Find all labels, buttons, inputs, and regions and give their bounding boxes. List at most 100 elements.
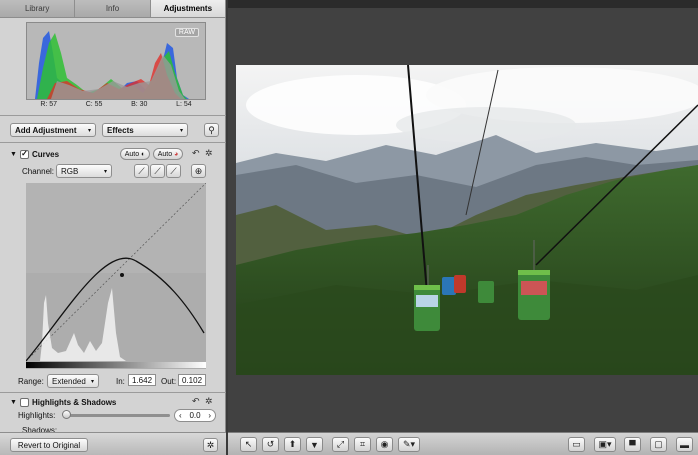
gray-point-eyedropper[interactable]: ⟋ — [150, 164, 165, 178]
viewer-toolbar: ↖ ↺ ⬆ ▼ ⤢ ⌗ ◉ ✎▾ ▭ ▣▾ ▀ ▢ ▬ — [228, 432, 698, 455]
add-adjustment-label: Add Adjustment — [15, 125, 77, 135]
tab-adjustments[interactable]: Adjustments — [150, 0, 226, 17]
white-point-eyedropper[interactable]: ⟋ — [166, 164, 181, 178]
readout-l: L: 54 — [176, 101, 192, 108]
tab-info[interactable]: Info — [75, 0, 151, 17]
tone-gradient — [26, 362, 206, 368]
tab-library[interactable]: Library — [0, 0, 76, 17]
highlights-shadows-header[interactable]: ▼ Highlights & Shadows — [10, 395, 116, 409]
brush-button[interactable]: ✎▾ — [398, 437, 420, 452]
lift-icon: ⬆ — [288, 439, 297, 449]
select-arrow-icon: ↖ — [244, 439, 253, 449]
effects-label: Effects — [107, 125, 134, 135]
black-point-eyedropper[interactable]: ⟋ — [134, 164, 149, 178]
highlights-slider-knob[interactable] — [62, 410, 71, 419]
fullscreen-button[interactable]: ▬ — [676, 437, 693, 452]
stamp-button[interactable]: ▼ — [306, 437, 323, 452]
gear-icon[interactable]: ✲ — [205, 396, 213, 407]
auto-rgb-label: Auto — [124, 150, 140, 158]
straighten-button[interactable]: ⤢ — [332, 437, 349, 452]
inspector-action-button[interactable]: ✲ — [203, 438, 218, 452]
straighten-icon: ⤢ — [336, 439, 345, 449]
auto-separate-label: Auto — [157, 150, 173, 158]
gear-icon[interactable]: ✲ — [205, 148, 213, 159]
highlights-value-stepper[interactable]: ‹ 0.0 › — [174, 409, 216, 422]
channel-value: RGB — [61, 166, 79, 176]
reset-icon[interactable]: ↶ — [192, 396, 200, 407]
channel-popup[interactable]: RGB ▾ — [56, 164, 112, 178]
channel-label: Channel: — [22, 167, 55, 176]
slideshow-icon: ▢ — [654, 439, 663, 449]
divider — [0, 392, 226, 393]
highlights-shadows-title: Highlights & Shadows — [31, 397, 117, 407]
stamp-icon: ▼ — [310, 439, 319, 450]
rotate-icon: ↺ — [266, 439, 275, 449]
disclosure-triangle-icon[interactable]: ▼ — [10, 399, 17, 406]
readout-r: R: 57 — [40, 101, 58, 108]
out-label: Out: — [161, 377, 177, 386]
inspector-bottom-bar: Revert to Original ✲ — [0, 432, 226, 455]
curves-graph[interactable] — [25, 182, 207, 369]
effects-popup[interactable]: Effects ▾ — [102, 123, 188, 137]
in-label: In: — [116, 377, 125, 386]
range-popup[interactable]: Extended ▾ — [47, 374, 99, 388]
highlights-shadows-enable-checkbox[interactable] — [19, 397, 29, 407]
slideshow-button[interactable]: ▢ — [650, 437, 667, 452]
inspector-tabs: Library Info Adjustments — [0, 0, 226, 18]
disclosure-triangle-icon[interactable]: ▼ — [10, 151, 17, 158]
revert-to-original-button[interactable]: Revert to Original — [10, 438, 88, 452]
eyedropper-black-icon: ⟋ — [138, 165, 145, 176]
add-point-button[interactable]: ⊕ — [191, 164, 206, 178]
eyedropper-gray-icon: ⟋ — [154, 165, 161, 176]
popup-arrow-icon: ▾ — [103, 168, 107, 175]
divider — [0, 115, 226, 116]
curves-enable-checkbox[interactable]: ✓ — [19, 149, 29, 159]
brush-icon: ✎▾ — [402, 439, 416, 449]
loupe-icon: ▣▾ — [598, 439, 612, 449]
histogram: RAW — [26, 22, 206, 100]
add-adjustment-popup[interactable]: Add Adjustment ▾ — [10, 123, 96, 137]
adjustment-action-button[interactable]: ⚲ — [204, 123, 219, 137]
photo-canvas[interactable] — [236, 65, 698, 375]
popup-arrow-icon: ▾ — [90, 378, 94, 385]
out-value-field[interactable]: 0.102 — [178, 374, 206, 386]
fullscreen-icon: ▬ — [680, 439, 689, 450]
divider — [0, 142, 226, 143]
loupe-button[interactable]: ▣▾ — [594, 437, 616, 452]
increment-icon[interactable]: › — [208, 411, 211, 420]
readout-b: B: 30 — [131, 101, 148, 108]
in-value-field[interactable]: 1.642 — [128, 374, 156, 386]
raw-badge: RAW — [174, 28, 199, 37]
histogram-readouts: R: 57 C: 55 B: 30 L: 54 — [26, 101, 206, 110]
select-arrow-button[interactable]: ↖ — [240, 437, 257, 452]
popup-arrow-icon: ▾ — [179, 127, 183, 134]
curves-auto-separate-button[interactable]: Auto ◕ — [153, 148, 183, 160]
viewer-top-strip — [228, 0, 698, 8]
crop-button[interactable]: ⌗ — [354, 437, 371, 452]
curves-auto-rgb-button[interactable]: Auto ◐ — [120, 148, 150, 160]
reset-icon[interactable]: ↶ — [192, 148, 200, 159]
red-eye-button[interactable]: ◉ — [376, 437, 393, 452]
curves-title: Curves — [31, 149, 60, 159]
highlights-slider-track[interactable] — [66, 414, 170, 417]
lift-button[interactable]: ⬆ — [284, 437, 301, 452]
cable-car-photo — [236, 65, 698, 375]
compare-icon: ▀ — [629, 439, 636, 450]
readout-c: C: 55 — [85, 101, 103, 108]
rotate-button[interactable]: ↺ — [262, 437, 279, 452]
view-mode-icon: ▭ — [572, 439, 581, 449]
popup-arrow-icon: ▾ — [87, 127, 91, 134]
curves-header[interactable]: ▼ ✓ Curves — [10, 147, 59, 161]
image-viewer: ↖ ↺ ⬆ ▼ ⤢ ⌗ ◉ ✎▾ ▭ ▣▾ ▀ ▢ ▬ — [228, 0, 698, 455]
color-wheel-icon: ◕ — [174, 150, 179, 158]
view-mode-button[interactable]: ▭ — [568, 437, 585, 452]
crop-icon: ⌗ — [359, 439, 366, 449]
crosshair-icon: ⊕ — [194, 165, 203, 176]
half-circle-icon: ◐ — [141, 150, 146, 158]
decrement-icon[interactable]: ‹ — [179, 411, 182, 420]
curves-plot[interactable] — [25, 182, 207, 369]
in-value: 1.642 — [132, 375, 153, 385]
eyedropper-white-icon: ⟋ — [170, 165, 177, 176]
magnifier-icon: ⚲ — [208, 124, 215, 135]
compare-button[interactable]: ▀ — [624, 437, 641, 452]
